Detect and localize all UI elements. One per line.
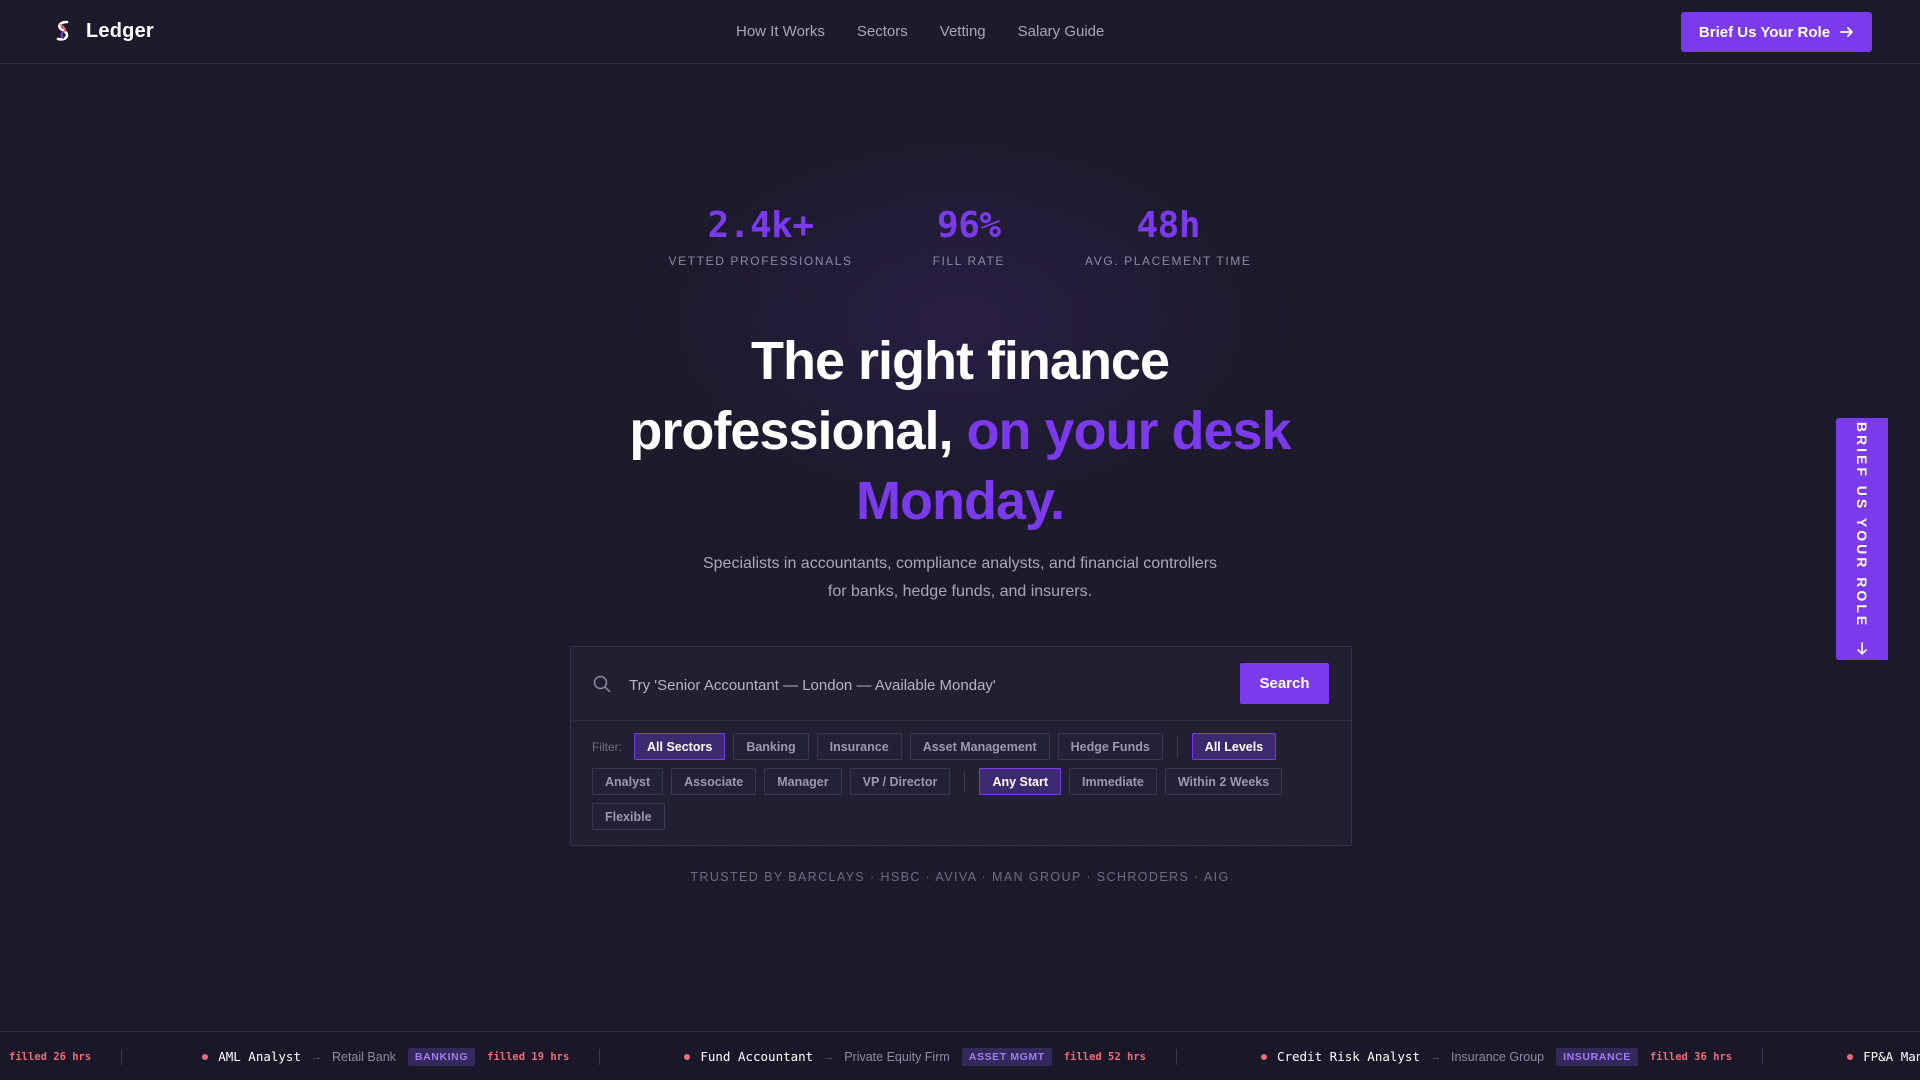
chip-within-2-weeks[interactable]: Within 2 Weeks <box>1164 768 1283 795</box>
ticker-role: FP&A Manager <box>1863 1049 1920 1064</box>
brief-us-your-role-button[interactable]: Brief Us Your Role <box>1681 12 1872 52</box>
brief-us-your-role-label: Brief Us Your Role <box>1698 23 1831 41</box>
ticker-track: filled 26 hrs AML Analyst → Retail Bank … <box>9 1032 1920 1080</box>
chip-manager[interactable]: Manager <box>764 768 842 795</box>
ticker-role: Fund Accountant <box>700 1049 814 1064</box>
side-brief-tab[interactable]: BRIEF US YOUR ROLE <box>1836 418 1888 660</box>
ticker-arrow-icon: → <box>310 1050 322 1063</box>
chip-divider <box>964 770 966 793</box>
stat-avg-placement-time: 48h AVG. PLACEMENT TIME <box>1085 205 1251 268</box>
arrow-icon <box>1857 642 1867 655</box>
filter-chips: Filter: All Sectors Banking Insurance As… <box>592 733 1332 830</box>
chip-associate[interactable]: Associate <box>671 768 757 795</box>
ticker-filled-time: filled 26 hrs <box>9 1050 92 1063</box>
side-tab-content: BRIEF US YOUR ROLE <box>1854 422 1870 656</box>
chip-any-start[interactable]: Any Start <box>979 768 1062 795</box>
chip-all-levels[interactable]: All Levels <box>1191 733 1277 760</box>
ticker-company: Private Equity Firm <box>844 1049 950 1064</box>
search-input[interactable] <box>627 667 1231 703</box>
search-row: Search <box>571 647 1351 721</box>
hero-title-line2-accent: on your desk <box>966 401 1292 461</box>
chip-insurance[interactable]: Insurance <box>816 733 902 760</box>
ticker-status-dot <box>1260 1053 1267 1060</box>
nav-link-how-it-works[interactable]: How It Works <box>736 23 825 40</box>
stat-label: FILL RATE <box>932 254 1006 268</box>
nav-link-salary-guide[interactable]: Salary Guide <box>1018 23 1105 40</box>
placement-ticker: filled 26 hrs AML Analyst → Retail Bank … <box>0 1031 1920 1080</box>
hero-subtitle-line1: Specialists in accountants, compliance a… <box>702 555 1218 572</box>
arrow-right-icon <box>1840 27 1853 37</box>
hero-title-line2-plain: professional, <box>629 401 953 461</box>
hero-subtitle: Specialists in accountants, compliance a… <box>660 550 1260 606</box>
search-button[interactable]: Search <box>1240 663 1329 704</box>
trusted-by-line: TRUSTED BY BARCLAYS · HSBC · AVIVA · MAN… <box>690 870 1230 884</box>
ticker-divider <box>1762 1048 1764 1065</box>
stat-value: 2.4k+ <box>707 205 814 246</box>
nav-link-vetting[interactable]: Vetting <box>940 23 986 40</box>
ticker-status-dot <box>684 1053 691 1060</box>
chip-analyst[interactable]: Analyst <box>592 768 664 795</box>
stats-row: 2.4k+ VETTED PROFESSIONALS 96% FILL RATE… <box>660 205 1260 268</box>
ticker-sector-tag: BANKING <box>407 1047 476 1066</box>
ledger-logo-icon <box>56 20 69 41</box>
stat-vetted-professionals: 2.4k+ VETTED PROFESSIONALS <box>669 205 853 268</box>
chip-divider <box>1176 735 1178 758</box>
ticker-role: AML Analyst <box>218 1049 301 1064</box>
top-nav: Ledger How It Works Sectors Vetting Sala… <box>0 0 1920 64</box>
chip-asset-management[interactable]: Asset Management <box>909 733 1050 760</box>
filter-label: Filter: <box>592 739 622 754</box>
brand-name: Ledger <box>86 19 154 42</box>
hero-title: The right finance professional, on your … <box>560 326 1360 536</box>
ticker-role: Credit Risk Analyst <box>1276 1049 1420 1064</box>
ticker-sector-tag: INSURANCE <box>1556 1047 1638 1066</box>
ticker-divider <box>121 1048 123 1065</box>
chip-vp-director[interactable]: VP / Director <box>849 768 951 795</box>
hero-title-line3-accent: Monday. <box>856 471 1065 531</box>
search-panel: Search Filter: All Sectors Banking Insur… <box>570 646 1352 846</box>
hero-title-line1: The right finance <box>750 331 1170 391</box>
chip-all-sectors[interactable]: All Sectors <box>634 733 726 760</box>
chip-immediate[interactable]: Immediate <box>1069 768 1157 795</box>
ticker-sector-tag: ASSET MGMT <box>961 1047 1052 1066</box>
hero-subtitle-line2: for banks, hedge funds, and insurers. <box>827 583 1093 600</box>
ticker-filled-time: filled 19 hrs <box>487 1050 570 1063</box>
ticker-status-dot <box>1847 1053 1854 1060</box>
search-icon <box>593 675 611 693</box>
ticker-filled-time: filled 36 hrs <box>1649 1050 1733 1063</box>
ticker-arrow-icon: → <box>823 1050 835 1063</box>
chip-flexible[interactable]: Flexible <box>592 803 665 830</box>
chip-hedge-funds[interactable]: Hedge Funds <box>1057 733 1163 760</box>
stat-value: 48h <box>1136 205 1200 246</box>
ticker-divider <box>1175 1048 1177 1065</box>
stat-fill-rate: 96% FILL RATE <box>933 205 1005 268</box>
ticker-divider <box>599 1048 601 1065</box>
stat-value: 96% <box>937 205 1001 246</box>
ticker-company: Retail Bank <box>331 1049 396 1064</box>
ticker-arrow-icon: → <box>1429 1050 1441 1063</box>
chip-banking[interactable]: Banking <box>733 733 809 760</box>
ticker-company: Insurance Group <box>1450 1049 1545 1064</box>
ticker-filled-time: filled 52 hrs <box>1063 1050 1146 1063</box>
side-tab-label: BRIEF US YOUR ROLE <box>1854 421 1871 629</box>
stat-label: AVG. PLACEMENT TIME <box>1085 254 1252 268</box>
stat-label: VETTED PROFESSIONALS <box>668 254 853 268</box>
nav-link-sectors[interactable]: Sectors <box>857 23 908 40</box>
nav-links: How It Works Sectors Vetting Salary Guid… <box>736 23 1104 40</box>
brand[interactable]: Ledger <box>52 19 154 43</box>
ticker-status-dot <box>202 1053 209 1060</box>
